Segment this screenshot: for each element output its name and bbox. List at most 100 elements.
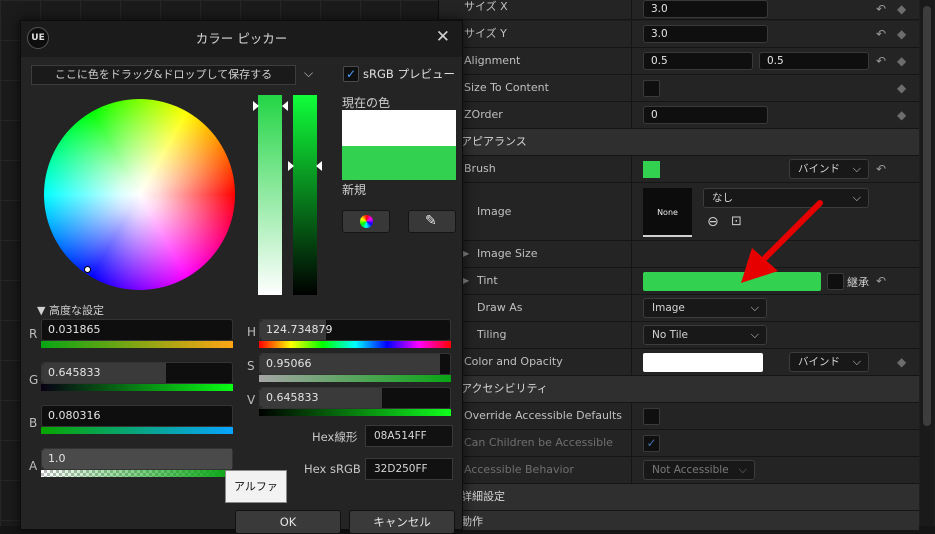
behavior-label: Accessible Behavior bbox=[464, 463, 574, 476]
behavior-row: Accessible Behavior Not Accessible ⌵ bbox=[439, 457, 919, 484]
title-bar[interactable]: UE カラー ピッカー ✕ bbox=[21, 21, 462, 57]
h-gradient bbox=[259, 341, 451, 348]
s-input[interactable]: 0.95066 bbox=[259, 353, 451, 375]
b-input[interactable]: 0.080316 bbox=[41, 405, 233, 427]
override-checkbox[interactable] bbox=[643, 408, 660, 425]
action-header: 動作 bbox=[461, 515, 483, 528]
reset-icon[interactable]: ↶ bbox=[876, 274, 886, 288]
reset-icon[interactable]: ↶ bbox=[876, 27, 886, 41]
cancel-button[interactable]: キャンセル bbox=[349, 510, 455, 534]
a-input[interactable]: 1.0 bbox=[41, 448, 233, 470]
size-x-label: サイズ X bbox=[464, 0, 508, 13]
zorder-label: ZOrder bbox=[464, 108, 503, 121]
appearance-category[interactable]: アピアランス bbox=[439, 129, 919, 156]
reset-icon[interactable]: ↶ bbox=[876, 54, 886, 68]
bind-icon[interactable]: ◆ bbox=[897, 54, 906, 68]
draw-as-dropdown[interactable]: Image ⌵ bbox=[643, 298, 767, 318]
close-icon[interactable]: ✕ bbox=[436, 27, 450, 47]
hex-linear-label: Hex線形 bbox=[312, 430, 358, 444]
scrollbar-thumb[interactable] bbox=[923, 6, 931, 426]
r-label: R bbox=[29, 327, 38, 341]
old-color-swatch[interactable] bbox=[342, 110, 456, 146]
saturation-slider[interactable] bbox=[258, 95, 282, 295]
draw-as-row: Draw As Image ⌵ bbox=[439, 295, 919, 322]
current-color-label: 現在の色 bbox=[342, 96, 391, 110]
can-children-checkbox[interactable]: ✓ bbox=[643, 435, 660, 452]
detail-settings-header: 詳細設定 bbox=[461, 490, 505, 503]
b-value: 0.080316 bbox=[48, 409, 101, 422]
accessibility-category[interactable]: アクセシビリティ bbox=[439, 376, 919, 403]
color-wheel-toggle-button[interactable] bbox=[342, 210, 390, 233]
r-gradient bbox=[41, 341, 233, 348]
tint-color-bar[interactable] bbox=[643, 272, 821, 291]
new-color-swatch[interactable] bbox=[342, 146, 456, 180]
use-asset-icon[interactable]: ⊖ bbox=[707, 214, 719, 230]
h-input[interactable]: 124.734879 bbox=[259, 319, 451, 341]
hex-linear-input[interactable]: 08A514FF bbox=[365, 425, 453, 447]
details-scrollbar[interactable] bbox=[920, 0, 934, 526]
s-label: S bbox=[247, 359, 255, 373]
alignment-x-input[interactable]: 0.5 bbox=[643, 52, 753, 70]
color-wheel[interactable] bbox=[44, 99, 235, 290]
bind-label: バインド bbox=[798, 356, 840, 368]
g-value: 0.645833 bbox=[48, 366, 101, 379]
size-x-row: サイズ X 3.0 ↶ ◆ bbox=[439, 0, 919, 20]
color-opacity-swatch[interactable] bbox=[643, 353, 763, 372]
chevron-down-icon: ⌵ bbox=[750, 328, 759, 341]
expand-arrow-icon[interactable]: ▶ bbox=[463, 276, 469, 285]
image-thumbnail[interactable]: None bbox=[643, 188, 692, 237]
inherit-checkbox[interactable] bbox=[827, 273, 844, 290]
tiling-label: Tiling bbox=[477, 328, 507, 341]
chevron-down-icon[interactable]: ⌵ bbox=[304, 66, 313, 81]
brush-label: Brush bbox=[464, 162, 496, 175]
bind-icon[interactable]: ◆ bbox=[897, 27, 906, 41]
b-gradient bbox=[41, 427, 233, 434]
image-asset-dropdown[interactable]: なし ⌵ bbox=[703, 188, 869, 208]
inherit-label: 継承 bbox=[847, 276, 869, 289]
behavior-dropdown[interactable]: Not Accessible ⌵ bbox=[643, 460, 755, 480]
reset-icon[interactable]: ↶ bbox=[876, 162, 886, 176]
srgb-preview-checkbox[interactable]: ✓ bbox=[343, 66, 359, 82]
size-y-label: サイズ Y bbox=[464, 27, 507, 40]
color-wheel-selector[interactable] bbox=[84, 266, 91, 273]
g-input[interactable]: 0.645833 bbox=[41, 362, 233, 384]
h-label: H bbox=[247, 325, 257, 339]
alignment-row: Alignment 0.5 0.5 ↶ ◆ bbox=[439, 48, 919, 75]
a-label: A bbox=[29, 459, 38, 473]
bind-icon[interactable]: ◆ bbox=[897, 81, 906, 95]
collapse-arrow-icon: ▼ bbox=[37, 304, 49, 317]
image-row: Image None なし ⌵ ⊖ ⊡ bbox=[439, 183, 919, 241]
detail-settings-category[interactable]: 詳細設定 bbox=[439, 484, 919, 511]
value-slider[interactable] bbox=[293, 95, 317, 295]
color-preset-drop-area[interactable]: ここに色をドラッグ&ドロップして保存する bbox=[31, 65, 296, 85]
tiling-dropdown[interactable]: No Tile ⌵ bbox=[643, 325, 767, 345]
r-input[interactable]: 0.031865 bbox=[41, 319, 233, 341]
new-color-label: 新規 bbox=[342, 183, 367, 197]
eyedropper-button[interactable]: ✎ bbox=[408, 210, 456, 233]
v-input[interactable]: 0.645833 bbox=[259, 387, 451, 409]
color-bind-dropdown[interactable]: バインド ⌵ bbox=[789, 352, 869, 372]
advanced-settings-toggle[interactable]: ▼ 高度な設定 bbox=[37, 302, 104, 318]
v-label: V bbox=[247, 393, 256, 407]
ok-button[interactable]: OK bbox=[235, 510, 341, 534]
brush-bind-dropdown[interactable]: バインド ⌵ bbox=[789, 159, 869, 179]
zorder-input[interactable]: 0 bbox=[643, 106, 768, 124]
brush-color-swatch[interactable] bbox=[643, 161, 660, 178]
bind-icon[interactable]: ◆ bbox=[897, 355, 906, 369]
draw-as-label: Draw As bbox=[477, 301, 523, 314]
bind-icon[interactable]: ◆ bbox=[897, 2, 906, 16]
size-to-content-row: Size To Content ◆ bbox=[439, 75, 919, 102]
size-y-input[interactable]: 3.0 bbox=[643, 25, 768, 43]
size-x-input[interactable]: 3.0 bbox=[643, 0, 768, 18]
browse-folder-icon[interactable]: ⊡ bbox=[731, 214, 742, 229]
bind-icon[interactable]: ◆ bbox=[897, 108, 906, 122]
size-to-content-checkbox[interactable] bbox=[643, 80, 660, 97]
hex-srgb-input[interactable]: 32D250FF bbox=[365, 458, 453, 480]
action-category[interactable]: 動作 bbox=[439, 511, 919, 531]
draw-as-value: Image bbox=[652, 302, 685, 314]
alignment-y-input[interactable]: 0.5 bbox=[759, 52, 869, 70]
image-size-row[interactable]: ▶ Image Size bbox=[439, 241, 919, 268]
chevron-down-icon: ⌵ bbox=[750, 301, 759, 314]
expand-arrow-icon[interactable]: ▶ bbox=[463, 249, 469, 258]
reset-icon[interactable]: ↶ bbox=[876, 2, 886, 16]
